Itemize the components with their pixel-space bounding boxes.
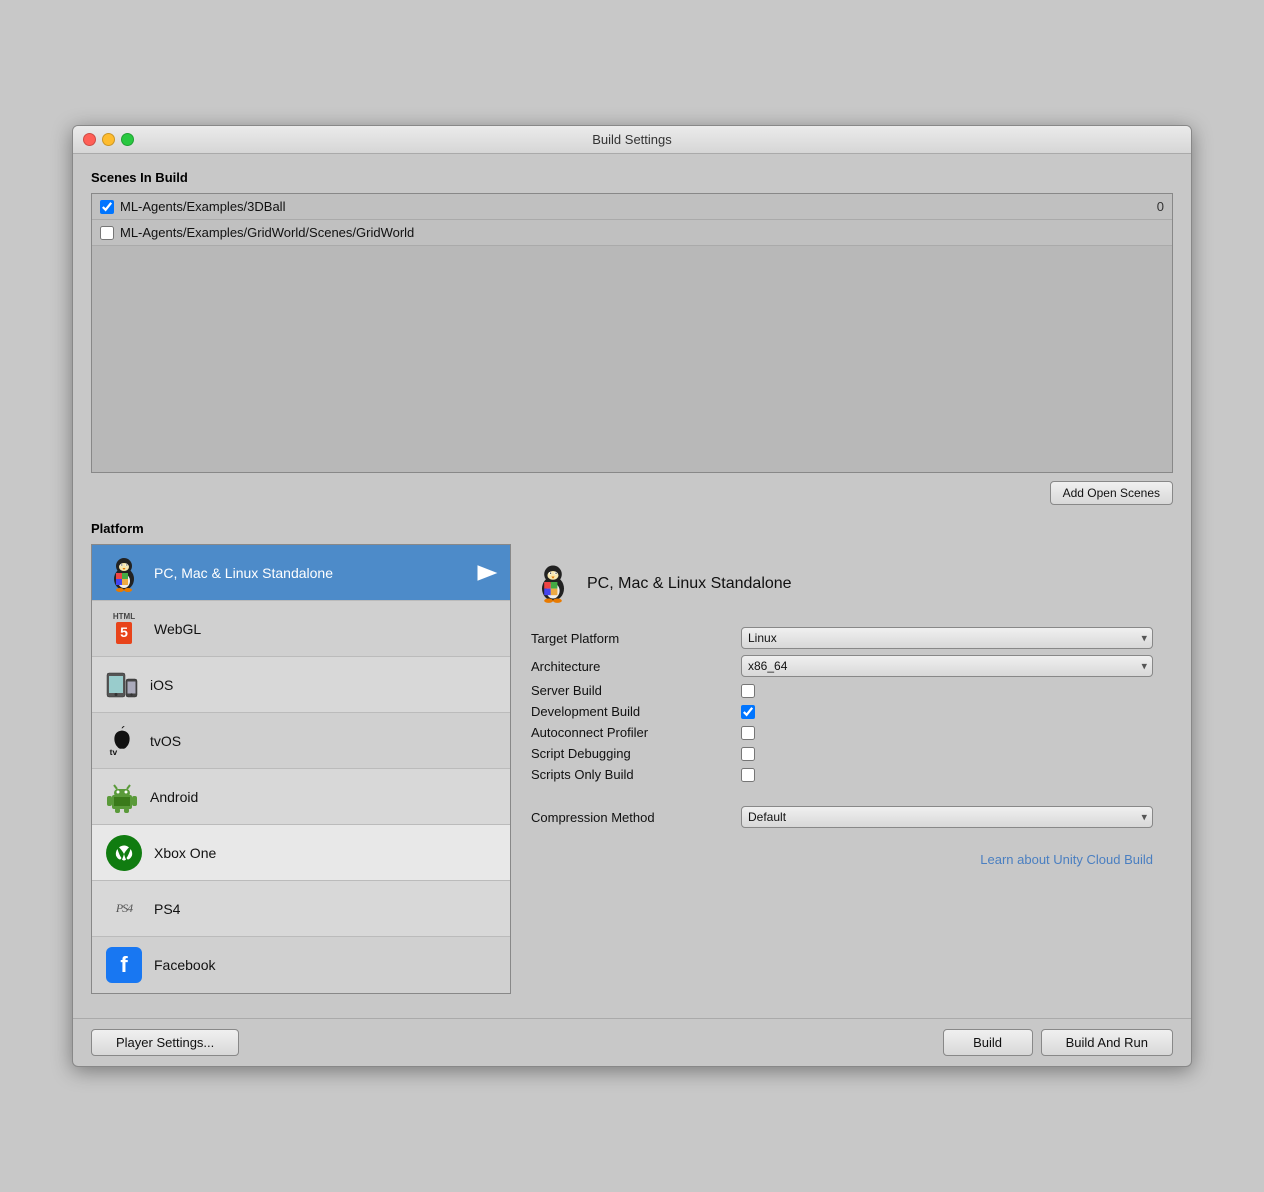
architecture-select-wrapper: x86_64 x86 [741,655,1153,677]
scripts-only-build-label: Scripts Only Build [531,767,731,782]
autoconnect-profiler-checkbox[interactable] [741,726,755,740]
server-build-label: Server Build [531,683,731,698]
ios-platform-icon [104,667,140,703]
compression-method-label: Compression Method [531,810,731,825]
ps4-platform-icon: PS4 [104,889,144,929]
target-platform-select[interactable]: Linux PC Mac OS X [741,627,1153,649]
platform-item-facebook[interactable]: f Facebook [92,937,510,993]
build-button[interactable]: Build [943,1029,1033,1056]
platform-label-ps4: PS4 [154,901,498,917]
xboxone-platform-icon [104,833,144,873]
platform-label-pc: PC, Mac & Linux Standalone [154,565,466,581]
window-title: Build Settings [592,132,672,147]
platform-label-webgl: WebGL [154,621,498,637]
build-settings-panel: PC, Mac & Linux Standalone Target Platfo… [511,544,1173,994]
script-debugging-checkbox[interactable] [741,747,755,761]
webgl-platform-icon: HTML 5 [104,609,144,649]
target-platform-label: Target Platform [531,631,731,646]
tvos-platform-icon: tv [104,723,140,759]
platform-label-facebook: Facebook [154,957,498,973]
scenes-section-label: Scenes In Build [91,170,1173,185]
platform-section: PC, Mac & Linux Standalone HTML 5 WebGL [91,544,1173,994]
android-platform-icon [104,779,140,815]
facebook-icon: f [106,947,142,983]
compression-method-select[interactable]: Default LZ4 LZ4HC [741,806,1153,828]
platform-item-ps4[interactable]: PS4 PS4 [92,881,510,937]
server-build-checkbox[interactable] [741,684,755,698]
selected-platform-title: PC, Mac & Linux Standalone [587,575,792,593]
cloud-build-link[interactable]: Learn about Unity Cloud Build [531,852,1153,867]
settings-fields: Target Platform Linux PC Mac OS X Archit… [531,627,1153,782]
platform-list: PC, Mac & Linux Standalone HTML 5 WebGL [91,544,511,994]
development-build-checkbox[interactable] [741,705,755,719]
xbox-icon [106,835,142,871]
scene-name: ML-Agents/Examples/GridWorld/Scenes/Grid… [120,225,1144,240]
platform-label-xboxone: Xbox One [154,845,498,861]
autoconnect-profiler-label: Autoconnect Profiler [531,725,731,740]
scene-name: ML-Agents/Examples/3DBall [120,199,1144,214]
platform-label-tvos: tvOS [150,733,498,749]
platform-item-android[interactable]: Android [92,769,510,825]
compression-method-select-wrapper: Default LZ4 LZ4HC [741,806,1153,828]
build-and-run-button[interactable]: Build And Run [1041,1029,1173,1056]
window-controls [83,133,134,146]
add-open-scenes-row: Add Open Scenes [91,481,1173,505]
pc-platform-icon [104,553,144,593]
facebook-platform-icon: f [104,945,144,985]
ps4-text-icon: PS4 [116,901,132,916]
platform-item-ios[interactable]: iOS [92,657,510,713]
compression-section: Compression Method Default LZ4 LZ4HC [531,806,1153,828]
platform-label-ios: iOS [150,677,498,693]
script-debugging-label: Script Debugging [531,746,731,761]
build-buttons: Build Build And Run [943,1029,1173,1056]
scene-row: ML-Agents/Examples/GridWorld/Scenes/Grid… [92,220,1172,246]
scenes-panel: ML-Agents/Examples/3DBall0ML-Agents/Exam… [91,193,1173,473]
architecture-select[interactable]: x86_64 x86 [741,655,1153,677]
scene-index: 0 [1144,199,1164,214]
platform-item-tvos[interactable]: tv tvOS [92,713,510,769]
add-open-scenes-button[interactable]: Add Open Scenes [1050,481,1173,505]
selected-platform-icon [531,560,575,607]
selected-platform-arrow-icon [476,562,498,584]
target-platform-select-wrapper: Linux PC Mac OS X [741,627,1153,649]
scripts-only-build-checkbox[interactable] [741,768,755,782]
scene-checkbox[interactable] [100,226,114,240]
titlebar: Build Settings [73,126,1191,154]
platform-item-xboxone[interactable]: Xbox One [92,825,510,881]
bottom-bar: Player Settings... Build Build And Run [73,1018,1191,1066]
svg-text:tv: tv [110,747,118,757]
development-build-label: Development Build [531,704,731,719]
platform-label-android: Android [150,789,498,805]
maximize-button[interactable] [121,133,134,146]
platform-item-pc[interactable]: PC, Mac & Linux Standalone [92,545,510,601]
scene-checkbox[interactable] [100,200,114,214]
platform-item-webgl[interactable]: HTML 5 WebGL [92,601,510,657]
platform-section-label: Platform [91,521,1173,536]
minimize-button[interactable] [102,133,115,146]
main-content: Scenes In Build ML-Agents/Examples/3DBal… [73,154,1191,1010]
build-settings-window: Build Settings Scenes In Build ML-Agents… [72,125,1192,1067]
player-settings-button[interactable]: Player Settings... [91,1029,239,1056]
platform-header: PC, Mac & Linux Standalone [531,560,1153,607]
architecture-label: Architecture [531,659,731,674]
close-button[interactable] [83,133,96,146]
scene-row: ML-Agents/Examples/3DBall0 [92,194,1172,220]
